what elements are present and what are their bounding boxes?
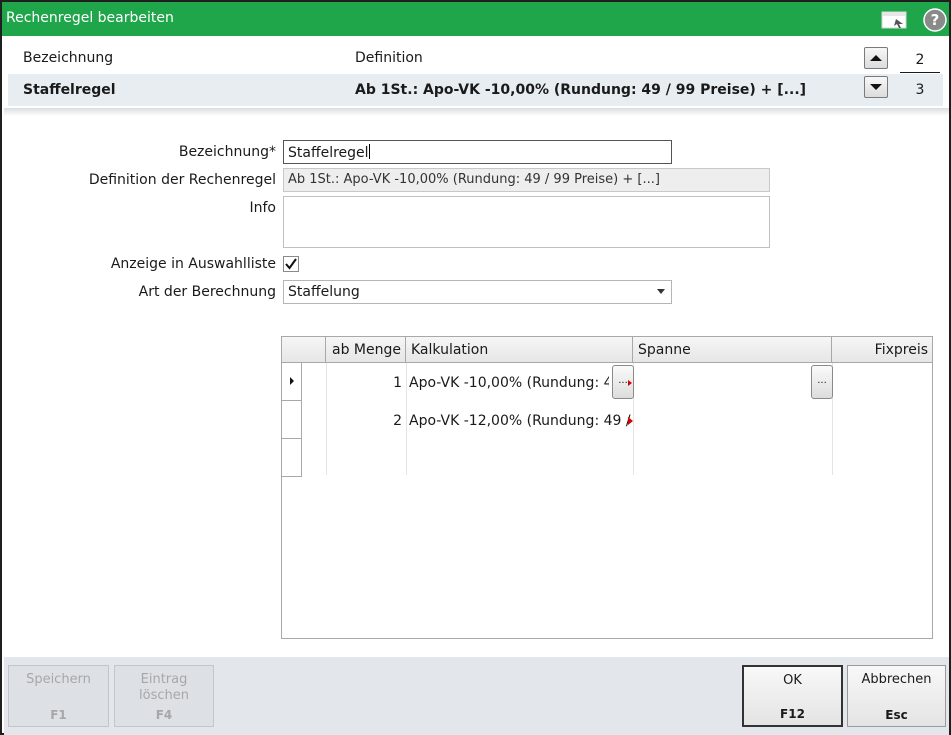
loeschen-label: löschen <box>139 688 189 703</box>
nav-divider <box>900 72 940 73</box>
nav-down-button[interactable] <box>864 76 888 98</box>
row-selector[interactable] <box>282 439 302 477</box>
eintrag-label: Eintrag <box>140 672 188 687</box>
text-cursor <box>368 144 370 159</box>
nav-up-button[interactable] <box>864 47 888 69</box>
cell-menge: 1 <box>393 375 402 391</box>
anzeige-checkbox[interactable] <box>283 256 299 272</box>
grid-header-corner <box>282 337 326 363</box>
nav-total: 3 <box>915 82 925 98</box>
header-definition: Definition <box>355 50 423 66</box>
cell-kalkulation: Apo-VK -12,00% (Rundung: 49 / 9 <box>409 413 632 429</box>
error-marker-icon <box>628 417 633 425</box>
svg-text:?: ? <box>931 11 940 29</box>
ellipsis-text: ... <box>817 375 827 386</box>
section-divider <box>4 108 949 116</box>
info-textarea[interactable] <box>283 196 770 248</box>
nav-current: 2 <box>915 52 925 68</box>
speichern-button[interactable]: Speichern F1 <box>8 665 109 727</box>
grid-line <box>406 363 407 475</box>
kalkulation-ellipsis-button[interactable]: ... <box>612 365 634 399</box>
cell-kalkulation: Apo-VK -10,00% (Rundung: 49 <box>409 375 609 391</box>
dialog-window: Rechenregel bearbeiten ? Bezeichnung Def… <box>0 0 951 735</box>
title-bar: Rechenregel bearbeiten ? <box>2 2 949 36</box>
list-header: Bezeichnung Definition <box>8 42 943 74</box>
spanne-ellipsis-button[interactable]: ... <box>811 365 833 399</box>
grid-col-spanne[interactable]: Spanne <box>633 337 832 363</box>
bezeichnung-value: Staffelregel <box>288 145 369 161</box>
grid-header: ab Menge Kalkulation Spanne Fixpreis <box>282 337 932 363</box>
abbrechen-label: Abbrechen <box>861 672 932 687</box>
art-label: Art der Berechnung <box>138 284 276 300</box>
ok-label: OK <box>783 673 802 688</box>
window-mode-icon[interactable] <box>881 11 909 29</box>
definition-readonly-field: Ab 1St.: Apo-VK -10,00% (Rundung: 49 / 9… <box>283 168 770 192</box>
row-bezeichnung: Staffelregel <box>23 82 116 98</box>
ellipsis-text: ... <box>618 375 628 386</box>
grid-col-menge[interactable]: ab Menge <box>326 337 406 363</box>
info-label: Info <box>249 200 277 216</box>
eintrag-loeschen-button[interactable]: Eintrag löschen F4 <box>114 665 214 727</box>
window-title: Rechenregel bearbeiten <box>6 10 174 26</box>
arrow-down-icon <box>870 84 882 90</box>
abbrechen-key: Esc <box>885 708 908 722</box>
speichern-label: Speichern <box>26 672 91 687</box>
staffel-grid: ab Menge Kalkulation Spanne Fixpreis 1 A… <box>281 336 933 639</box>
ok-key: F12 <box>780 707 805 721</box>
error-marker-icon <box>628 380 632 386</box>
art-berechnung-select[interactable]: Staffelung <box>283 280 672 304</box>
bezeichnung-label: Bezeichnung* <box>178 144 276 160</box>
row-pointer-icon <box>290 377 294 385</box>
list-row-selected[interactable]: Staffelregel Ab 1St.: Apo-VK -10,00% (Ru… <box>8 74 943 106</box>
header-bezeichnung: Bezeichnung <box>23 50 114 66</box>
row-selector[interactable] <box>282 401 302 439</box>
footer-bar: Speichern F1 Eintrag löschen F4 OK F12 A… <box>4 657 949 735</box>
definition-label: Definition der Rechenregel <box>88 172 276 188</box>
art-value: Staffelung <box>288 284 360 300</box>
eintrag-loeschen-key: F4 <box>155 708 173 722</box>
ok-button[interactable]: OK F12 <box>742 665 843 727</box>
bezeichnung-input[interactable]: Staffelregel <box>283 140 672 164</box>
chevron-down-icon <box>657 289 665 294</box>
checkmark-icon <box>285 258 297 270</box>
anzeige-label: Anzeige in Auswahlliste <box>110 256 276 272</box>
help-icon[interactable]: ? <box>923 8 947 32</box>
cell-menge: 2 <box>393 413 402 429</box>
row-selector[interactable] <box>282 363 302 401</box>
grid-col-kalkulation[interactable]: Kalkulation <box>406 337 633 363</box>
speichern-key: F1 <box>50 708 67 722</box>
abbrechen-button[interactable]: Abbrechen Esc <box>847 665 946 727</box>
arrow-up-icon <box>870 55 882 61</box>
grid-col-fixpreis[interactable]: Fixpreis <box>832 337 932 363</box>
row-definition: Ab 1St.: Apo-VK -10,00% (Rundung: 49 / 9… <box>355 82 807 98</box>
